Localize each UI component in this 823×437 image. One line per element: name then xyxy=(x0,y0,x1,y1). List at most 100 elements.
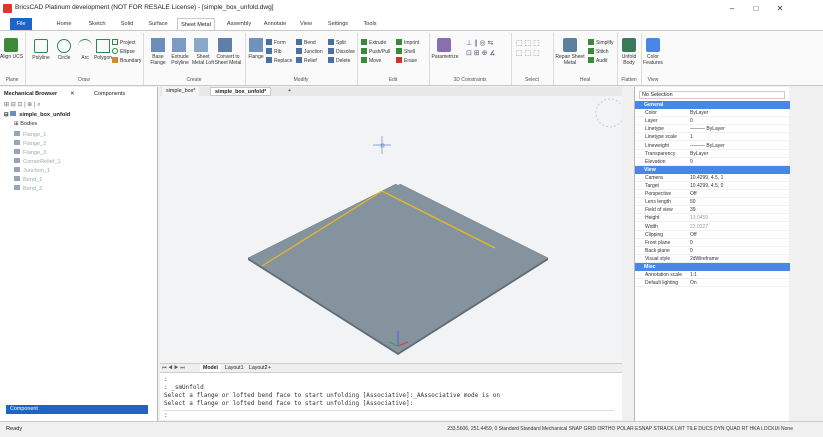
property-row[interactable]: Color ByLayer xyxy=(635,109,790,118)
simplify-button[interactable]: Simplify xyxy=(588,39,614,46)
rib-button[interactable]: Rib xyxy=(266,48,282,55)
constraint-tools-row2[interactable]: ⊡ ⊞ ⊕ ∡ xyxy=(466,49,496,57)
relief-button[interactable]: Relief xyxy=(296,57,317,64)
replace-button[interactable]: Replace xyxy=(266,57,292,64)
tree-root[interactable]: ⊟ simple_box_unfold xyxy=(4,111,70,118)
property-row[interactable]: Front plane 0 xyxy=(635,239,790,247)
align-ucs-icon[interactable] xyxy=(4,38,18,52)
color-features-button[interactable]: Color Features xyxy=(642,54,664,66)
property-row[interactable]: Default lighting On xyxy=(635,279,790,288)
circle-button[interactable]: Circle xyxy=(54,55,74,61)
property-row[interactable]: Visual style 2dWireframe xyxy=(635,255,790,263)
property-section-view[interactable]: View xyxy=(635,165,790,174)
property-row[interactable]: Clipping Off xyxy=(635,231,790,239)
move-button[interactable]: Move xyxy=(361,57,381,64)
tab-home[interactable]: Home xyxy=(54,18,74,30)
property-row[interactable]: Elevation 0 xyxy=(635,158,790,166)
shell-button[interactable]: Shell xyxy=(396,48,415,55)
boundary-button[interactable]: Boundary xyxy=(112,57,141,64)
select-tools-row1[interactable]: ⬚ ⬚ ⬚ xyxy=(516,39,540,47)
tree-item-corner-relief-1[interactable]: CornerRelief_1 xyxy=(14,158,61,165)
audit-button[interactable]: Audit xyxy=(588,57,607,64)
property-row[interactable]: Height 13.0459 xyxy=(635,214,790,223)
polyline-icon[interactable] xyxy=(34,39,48,53)
tab-components[interactable]: Components xyxy=(94,89,125,99)
property-row[interactable]: Field of view 39 xyxy=(635,206,790,215)
parametrize-button[interactable]: Parametrize xyxy=(430,54,460,60)
tree-item-flange-1[interactable]: Flange_1 xyxy=(14,131,46,138)
tree-item-flange-2[interactable]: Flange_2 xyxy=(14,140,46,147)
tab-solid[interactable]: Solid xyxy=(117,18,137,30)
tree-item-bend-2[interactable]: Bend_2 xyxy=(14,185,42,192)
property-row[interactable]: Back plane 0 xyxy=(635,247,790,255)
model-viewport[interactable] xyxy=(160,96,625,363)
property-row[interactable]: Annotation scale 1:1 xyxy=(635,271,790,280)
sheet-metal-loft-icon[interactable] xyxy=(194,38,208,52)
tree-item-bodies[interactable]: ⊞ Bodies xyxy=(14,121,37,127)
delete-button[interactable]: Delete xyxy=(328,57,350,64)
property-row[interactable]: Lens length 50 xyxy=(635,198,790,207)
convert-to-sheet-metal-button[interactable]: Convert to Sheet Metal xyxy=(214,54,242,66)
command-input[interactable]: : xyxy=(164,410,614,419)
property-row[interactable]: Transparency ByLayer xyxy=(635,150,790,158)
tab-assembly[interactable]: Assembly xyxy=(224,18,254,30)
tab-tools[interactable]: Tools xyxy=(360,18,380,30)
tab-sheet-metal[interactable]: Sheet Metal xyxy=(177,18,215,30)
extrude-button[interactable]: Extrude xyxy=(361,39,386,46)
component-dropdown[interactable]: Component xyxy=(6,405,148,414)
property-row[interactable]: Camera 10.4299, 4.5, 1 xyxy=(635,174,790,182)
extrude-polyline-button[interactable]: Extrude Polyline xyxy=(168,54,192,66)
push-pull-button[interactable]: Push/Pull xyxy=(361,48,390,55)
dissolve-button[interactable]: Dissolve xyxy=(328,48,355,55)
polygon-button[interactable]: Polygon xyxy=(92,55,114,61)
imprint-button[interactable]: Imprint xyxy=(396,39,419,46)
junction-button[interactable]: Junction xyxy=(296,48,323,55)
tab-sketch[interactable]: Sketch xyxy=(86,18,108,30)
doc-tab-simple-box-unfold[interactable]: simple_box_unfold* xyxy=(210,87,272,96)
base-flange-icon[interactable] xyxy=(151,38,165,52)
circle-icon[interactable] xyxy=(57,39,71,53)
tab-view[interactable]: View xyxy=(297,18,315,30)
model-canvas[interactable] xyxy=(160,96,625,363)
tree-item-bend-1[interactable]: Bend_1 xyxy=(14,176,42,183)
select-tools-row2[interactable]: ⬚ ⬚ ⬚ xyxy=(516,49,540,57)
form-button[interactable]: Form xyxy=(266,39,286,46)
property-row[interactable]: Target 10.4299, 4.5, 0 xyxy=(635,182,790,191)
arc-icon[interactable] xyxy=(78,39,92,53)
tree-item-flange-3[interactable]: Flange_3 xyxy=(14,149,46,156)
maximize-button[interactable]: □ xyxy=(746,3,766,15)
align-ucs-button[interactable]: Align UCS xyxy=(0,54,23,60)
parametrize-icon[interactable] xyxy=(437,38,451,52)
tab-file[interactable]: File xyxy=(10,18,32,30)
ellipse-button[interactable]: Ellipse xyxy=(112,48,135,55)
split-button[interactable]: Split xyxy=(328,39,346,46)
bend-button[interactable]: Bend xyxy=(296,39,316,46)
property-row[interactable]: Layer 0 xyxy=(635,117,790,126)
property-section-misc[interactable]: Misc xyxy=(635,263,790,272)
property-section-general[interactable]: General xyxy=(635,101,790,110)
tab-settings[interactable]: Settings xyxy=(325,18,351,30)
property-row[interactable]: Lineweight ——— ByLayer xyxy=(635,142,790,150)
doc-tab-simple-box[interactable]: simple_box* xyxy=(162,87,200,96)
tab-mechanical-browser[interactable]: Mechanical Browser xyxy=(4,89,57,99)
selection-dropdown[interactable]: No Selection xyxy=(639,91,785,99)
property-row[interactable]: Perspective Off xyxy=(635,190,790,199)
tab-annotate[interactable]: Annotate xyxy=(260,18,290,30)
unfold-body-button[interactable]: Unfold Body xyxy=(618,54,640,66)
new-doc-tab-button[interactable]: + xyxy=(284,87,295,96)
property-row[interactable]: Width 23.0227 xyxy=(635,223,790,231)
convert-to-sheet-metal-icon[interactable] xyxy=(218,38,232,52)
erase-button[interactable]: Erase xyxy=(396,57,417,64)
unfold-body-icon[interactable] xyxy=(622,38,636,52)
extrude-polyline-icon[interactable] xyxy=(172,38,186,52)
coordinates-and-toggles[interactable]: 233.5606, 251.4459, 0 Standard Standard … xyxy=(447,426,793,432)
constraint-tools-row1[interactable]: ⊥ ∥ ◎ ⇆ xyxy=(466,39,493,47)
stitch-button[interactable]: Stitch xyxy=(588,48,609,55)
base-flange-button[interactable]: Base Flange xyxy=(147,54,169,66)
sheet-metal-loft-button[interactable]: Sheet Metal Loft xyxy=(190,54,216,66)
property-row[interactable]: Linetype scale 1 xyxy=(635,133,790,142)
polyline-button[interactable]: Polyline xyxy=(29,55,53,61)
tree-item-junction-1[interactable]: Junction_1 xyxy=(14,167,50,174)
tab-surface[interactable]: Surface xyxy=(145,18,171,30)
repair-sheet-metal-button[interactable]: Repair Sheet Metal xyxy=(555,54,585,66)
